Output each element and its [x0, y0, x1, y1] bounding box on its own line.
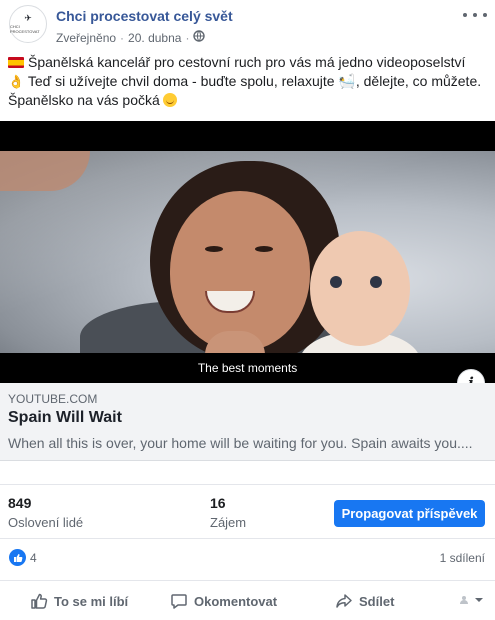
woman-eye-left	[205, 246, 223, 252]
audience-selector-icon[interactable]	[459, 595, 485, 605]
post-meta: Zveřejněno · 20. dubna ·	[56, 30, 206, 45]
post-date[interactable]: 20. dubna	[128, 31, 181, 45]
link-domain: YOUTUBE.COM	[8, 392, 98, 406]
reach-label: Oslovení lidé	[8, 515, 84, 530]
link-description: When all this is over, your home will be…	[8, 435, 473, 451]
like-button-label: To se mi líbí	[54, 593, 129, 609]
baby-eye-right	[370, 276, 382, 288]
thumbs-up-icon	[30, 592, 48, 610]
post-actions: To se mi líbí Okomentovat Sdílet	[0, 580, 495, 620]
baby-eye-left	[330, 276, 342, 288]
video-subtitle: The best moments	[197, 361, 298, 375]
comment-icon	[170, 592, 188, 610]
reach-stat[interactable]: 849 Oslovení lidé	[8, 495, 83, 530]
woman-face	[170, 191, 310, 351]
share-count[interactable]: 1 sdílení	[440, 551, 485, 565]
post-message: Španělská kancelář pro cestovní ruch pro…	[8, 53, 490, 110]
like-button[interactable]: To se mi líbí	[30, 589, 128, 613]
ok-hand-emoji: 👌	[8, 74, 25, 89]
engagement-label: Zájem	[210, 515, 247, 530]
post-text-line-3-text: Španělsko na vás počká	[8, 92, 160, 108]
post-insights: 849 Oslovení lidé 16 Zájem Propagovat př…	[0, 484, 495, 538]
smile-emoji	[162, 93, 177, 107]
globe-icon[interactable]	[193, 30, 206, 45]
post-header: ✈ CHCI PROCESTOVAT Chci procestovat celý…	[0, 0, 495, 46]
more-options-icon[interactable]	[463, 8, 487, 22]
link-title[interactable]: Spain Will Wait	[8, 409, 122, 427]
boost-post-button[interactable]: Propagovat příspěvek	[334, 500, 485, 527]
share-button-label: Sdílet	[359, 593, 395, 609]
comment-button-label: Okomentovat	[194, 593, 278, 609]
post-text-line-3: Španělsko na vás počká	[8, 91, 490, 110]
post-text-line-2: 👌 Teď si užívejte chvil doma - buďte spo…	[8, 72, 490, 91]
post-status: Zveřejněno	[56, 30, 117, 45]
comment-button[interactable]: Okomentovat	[170, 589, 277, 613]
engagement-stat[interactable]: 16 Zájem	[210, 495, 246, 530]
avatar-logo-text: CHCI PROCESTOVAT	[10, 23, 40, 34]
post-text-line-1: Španělská kancelář pro cestovní ruch pro…	[8, 53, 490, 72]
video-subtitle-bar: The best moments	[0, 353, 495, 383]
page-name-link[interactable]: Chci procestovat celý svět	[56, 8, 233, 24]
share-button[interactable]: Sdílet	[335, 589, 394, 613]
baby-head	[310, 231, 410, 346]
meta-separator: ·	[120, 30, 125, 45]
engagement-value: 16	[210, 495, 226, 511]
link-preview-card[interactable]: YOUTUBE.COM Spain Will Wait When all thi…	[0, 383, 495, 461]
share-icon	[335, 592, 353, 610]
video-player[interactable]: The best moments	[0, 121, 495, 383]
like-reaction-icon[interactable]	[9, 549, 26, 566]
meta-separator-2: ·	[185, 30, 190, 45]
post-text-line-1-text: Španělská kancelář pro cestovní ruch pro…	[28, 54, 466, 70]
avatar-logo-mark: ✈	[24, 13, 32, 24]
reaction-count[interactable]: 4	[30, 551, 37, 565]
video-thumbnail[interactable]	[0, 151, 495, 383]
spain-flag-icon	[8, 57, 24, 68]
woman-eye-right	[255, 246, 273, 252]
page-avatar[interactable]: ✈ CHCI PROCESTOVAT	[9, 5, 47, 43]
reach-value: 849	[8, 495, 32, 511]
reactions-bar: 4 1 sdílení	[0, 538, 495, 577]
post-text-line-2-text: Teď si užívejte chvil doma - buďte spolu…	[27, 73, 482, 89]
